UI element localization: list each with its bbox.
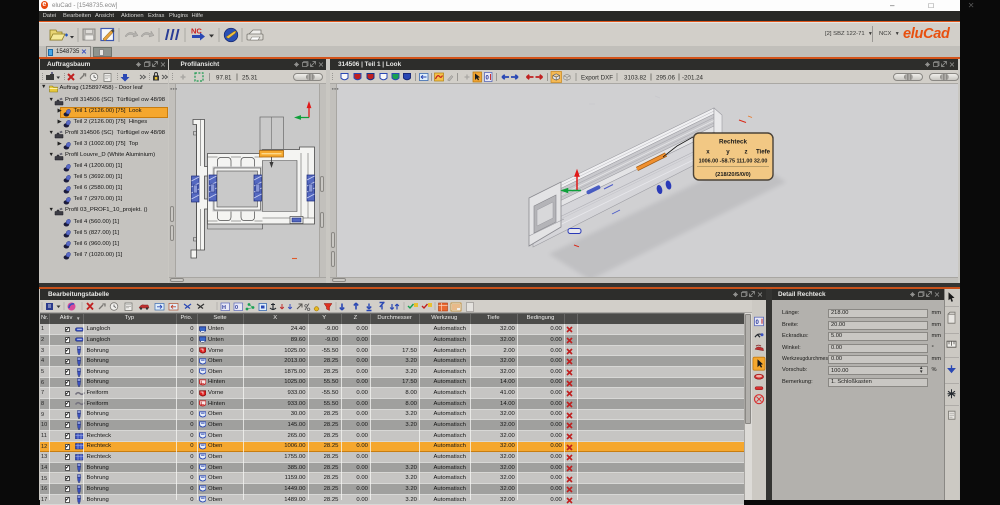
svg-text:(218/20/5/0/0): (218/20/5/0/0) [715,172,751,178]
svg-text:3103.82: 3103.82 [624,74,647,81]
svg-text:295.06: 295.06 [656,74,675,81]
svg-text:0: 0 [235,305,238,311]
svg-text:H: H [222,305,226,311]
svg-text:25.31: 25.31 [242,74,258,81]
svg-text:97.81: 97.81 [216,74,232,81]
svg-text:Export DXF: Export DXF [581,74,613,81]
svg-text:-201.24: -201.24 [682,74,704,81]
svg-text:z: z [744,149,747,156]
svg-text:Tiefe: Tiefe [756,149,771,156]
svg-text:1006.00 -58.75 111.00 32.00: 1006.00 -58.75 111.00 32.00 [699,159,768,165]
svg-text:Rechteck: Rechteck [719,139,747,146]
